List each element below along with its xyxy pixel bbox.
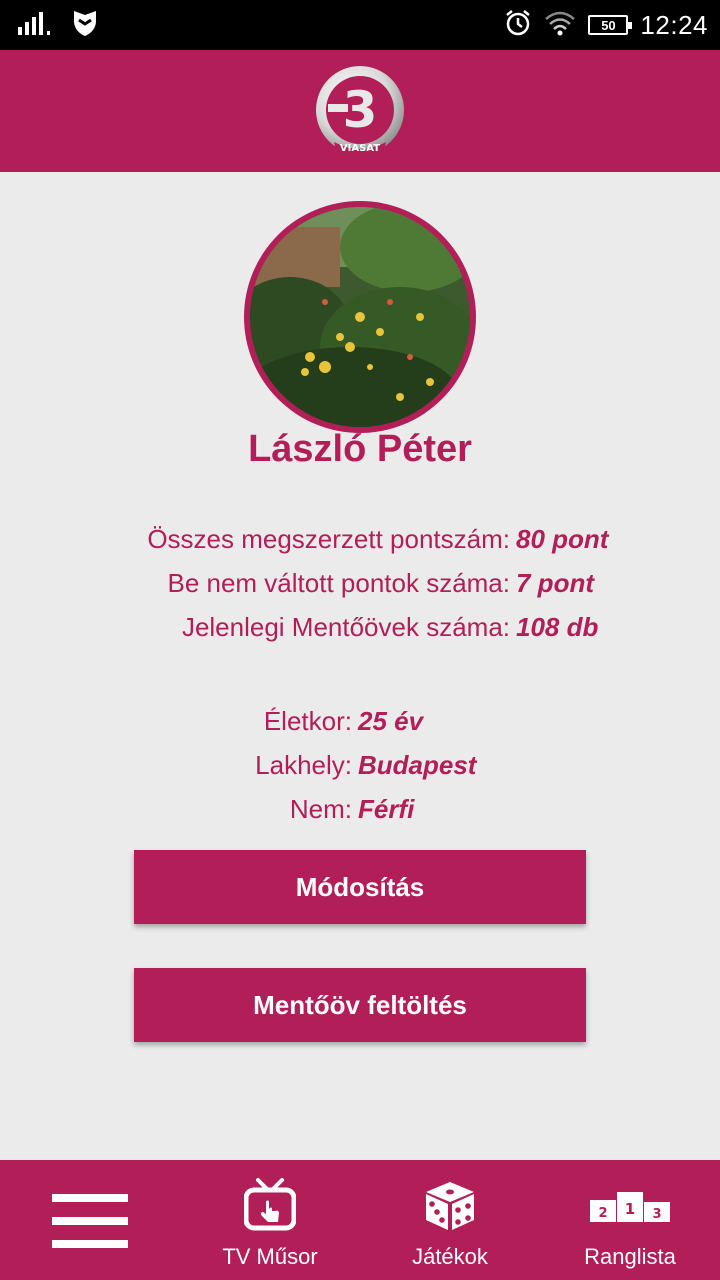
detail-label: Lakhely:	[255, 750, 352, 780]
stat-label: Jelenlegi Mentőövek száma:	[181, 612, 510, 642]
battery-icon: 50	[588, 15, 633, 35]
profile-name: László Péter	[248, 428, 472, 470]
stat-label: Be nem váltott pontok száma:	[167, 568, 510, 598]
nav-games[interactable]: Játékok	[360, 1160, 540, 1280]
detail-value: 25 év	[358, 706, 424, 736]
stat-value: 108 db	[516, 612, 599, 642]
alarm-icon	[504, 9, 532, 42]
detail-value: Budapest	[358, 750, 477, 780]
menu-icon[interactable]	[52, 1194, 128, 1253]
detail-row-gender: Nem: Férfi	[0, 794, 720, 834]
shield-icon	[72, 9, 98, 42]
detail-row-age: Életkor: 25 év	[0, 706, 720, 746]
detail-row-residence: Lakhely: Budapest	[0, 750, 720, 790]
nav-tv-program[interactable]: TV Műsor	[180, 1160, 360, 1280]
stat-label: Összes megszerzett pontszám:	[147, 524, 510, 554]
lifebuoy-topup-button[interactable]: Mentőöv feltöltés	[134, 968, 586, 1042]
viasat3-logo: 3 VIASAT	[312, 64, 408, 160]
avatar[interactable]	[244, 201, 476, 433]
nav-label: Ranglista	[584, 1244, 676, 1269]
stat-row-unredeemed-points: Be nem váltott pontok száma: 7 pont	[0, 568, 720, 608]
nav-leaderboard[interactable]: 2 1 3 Ranglista	[540, 1160, 720, 1280]
stat-row-lifebuoys: Jelenlegi Mentőövek száma: 108 db	[0, 612, 720, 652]
status-bar: 50 12:24	[0, 0, 720, 50]
detail-label: Életkor:	[263, 706, 352, 736]
detail-value: Férfi	[358, 794, 415, 824]
modify-button[interactable]: Módosítás	[134, 850, 586, 924]
profile-photo	[250, 207, 470, 427]
nav-menu[interactable]	[0, 1160, 180, 1280]
nav-label: TV Műsor	[222, 1244, 318, 1269]
stat-value: 7 pont	[516, 568, 594, 598]
svg-text:1: 1	[625, 1200, 635, 1218]
wifi-icon	[544, 10, 576, 41]
nav-label: Játékok	[412, 1244, 488, 1269]
stat-row-total-points: Összes megszerzett pontszám: 80 pont	[0, 524, 720, 564]
stat-value: 80 pont	[516, 524, 609, 554]
svg-text:VIASAT: VIASAT	[340, 143, 380, 154]
svg-text:2: 2	[598, 1206, 607, 1221]
podium-icon: 2 1 3	[590, 1190, 670, 1227]
dice-icon	[424, 1180, 476, 1237]
tv-icon	[243, 1178, 297, 1237]
signal-icon	[18, 11, 52, 40]
bottom-nav: TV Műsor Játékok 2 1 3 Ranglista	[0, 1160, 720, 1280]
detail-label: Nem:	[289, 794, 352, 824]
svg-text:3: 3	[652, 1207, 661, 1222]
app-header: 3 VIASAT	[0, 50, 720, 172]
clock: 12:24	[640, 9, 708, 40]
